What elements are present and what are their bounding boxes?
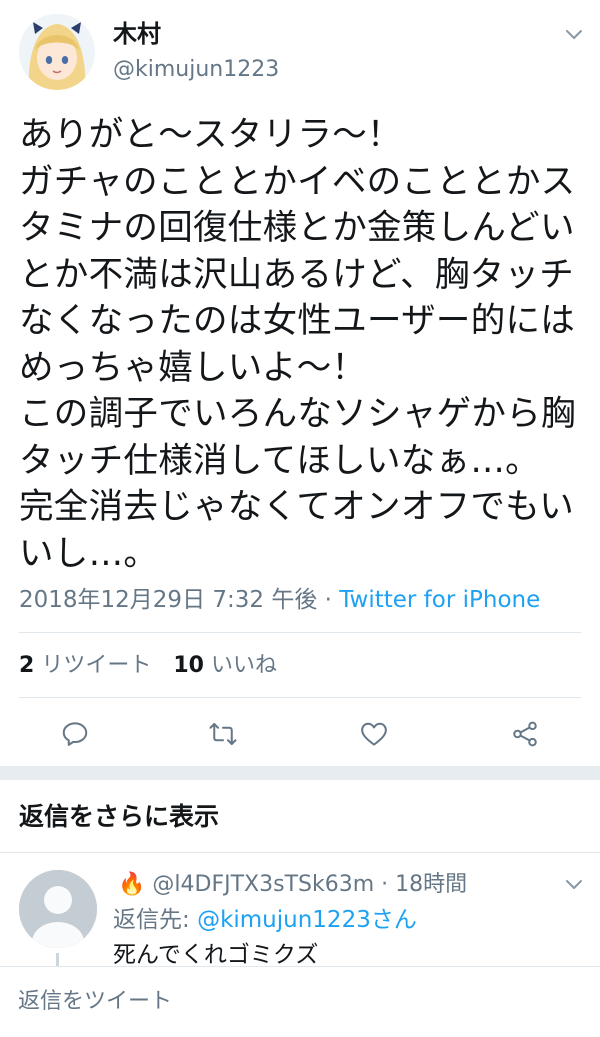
divider (0, 852, 600, 853)
tweet-text: ありがと〜スタリラ〜！ ガチャのこととかイベのこととかス タミナの回復仕様とか金… (19, 115, 576, 574)
likes-count: 10 (173, 653, 204, 678)
reply-author-avatar[interactable] (19, 870, 97, 948)
author-handle[interactable]: @kimujun1223 (113, 57, 279, 83)
anime-avatar-icon (19, 14, 95, 90)
section-separator (0, 766, 600, 780)
meta-separator: · (317, 587, 340, 613)
reply-handle[interactable]: @l4DFJTX3sTSk63m (152, 872, 374, 897)
reply-button[interactable] (55, 714, 95, 754)
share-icon (513, 721, 537, 747)
reply-time[interactable]: 18時間 (395, 872, 467, 897)
reply-to-line: 返信先: @kimujun1223さん (113, 905, 417, 935)
likes-label: いいね (210, 653, 277, 678)
retweets-count: 2 (19, 653, 35, 678)
chevron-down-icon[interactable] (562, 872, 586, 896)
default-avatar-icon (19, 870, 97, 948)
author-display-name[interactable]: 木村 (113, 20, 161, 48)
reply-header: 🔥 @l4DFJTX3sTSk63m · 18時間 (118, 870, 467, 900)
reply-compose-input[interactable] (18, 981, 578, 1021)
compose-bar (0, 966, 600, 1037)
retweets-stat[interactable]: 2 リツイート (19, 653, 151, 678)
reply-icon (62, 722, 88, 746)
like-icon (361, 722, 387, 746)
fire-icon: 🔥 (118, 872, 146, 897)
divider (19, 697, 581, 698)
share-button[interactable] (505, 714, 545, 754)
reply-to-prefix: 返信先: (113, 907, 198, 933)
reply-separator: · (374, 872, 396, 897)
show-more-replies[interactable]: 返信をさらに表示 (19, 801, 219, 833)
author-avatar[interactable] (19, 14, 95, 90)
reply-to-mention[interactable]: @kimujun1223さん (197, 907, 417, 933)
retweet-button[interactable] (203, 714, 243, 754)
chevron-down-icon[interactable] (562, 22, 586, 46)
likes-stat[interactable]: 10 いいね (173, 653, 277, 678)
like-button[interactable] (354, 714, 394, 754)
tweet-meta: 2018年12月29日 7:32 午後 · Twitter for iPhone (19, 585, 540, 615)
tweet-stats: 2 リツイート 10 いいね (19, 651, 277, 681)
tweet-source-link[interactable]: Twitter for iPhone (339, 587, 540, 613)
retweet-icon (209, 723, 237, 745)
retweets-label: リツイート (41, 653, 152, 678)
divider (19, 632, 581, 633)
tweet-timestamp[interactable]: 2018年12月29日 7:32 午後 (19, 587, 317, 613)
